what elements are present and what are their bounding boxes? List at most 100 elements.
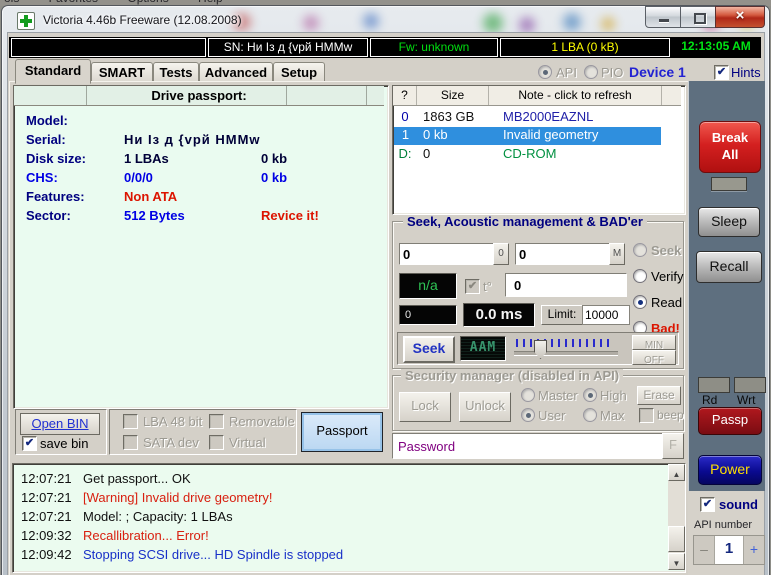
aam-min-button[interactable]: MIN [632,335,676,351]
log-scrollbar[interactable]: ▲ ▼ [668,464,685,570]
log-message: Model: ; Capacity: 1 LBAs [83,509,233,524]
passport-button[interactable]: Passport [301,412,383,452]
tab-advanced[interactable]: Advanced [199,62,273,83]
log-row[interactable]: 12:09:42 Stopping SCSI drive... HD Spind… [21,547,661,566]
tab-standard[interactable]: Standard [15,59,91,84]
col-header-id[interactable]: ? [393,86,417,105]
end-lba-input[interactable] [515,243,610,265]
aam-slider-thumb[interactable] [534,340,547,359]
log-row[interactable]: 12:09:32 Recallibration... Error! [21,528,661,547]
bin-strip: Open BIN ✔ save bin LBA 48 bit Removable… [13,407,387,457]
mode-verify-label: Verify [651,269,684,284]
table-header: ? Size Note - click to refresh [393,86,681,106]
mode-verify-radio[interactable] [633,269,647,283]
high-label: High [600,388,627,403]
seek-button-label: Seek [412,340,446,356]
api-radio[interactable] [538,65,552,79]
mode-read-radio[interactable] [633,295,647,309]
log-row[interactable]: 12:07:21 Model: ; Capacity: 1 LBAs [21,509,661,528]
scroll-down-icon: ▼ [672,559,681,568]
seek-group-title: Seek, Acoustic management & BAD'er [403,215,647,228]
user-radio[interactable] [521,408,535,422]
passp-label: Passp [711,412,749,427]
api-number-spinner: – 1 + [693,535,765,565]
minimize-button[interactable] [645,6,683,28]
log-message: Get passport... OK [83,471,191,486]
password-f-button[interactable]: F [662,433,684,459]
aero-blob [483,13,503,33]
master-radio[interactable] [521,388,535,402]
block-input[interactable] [505,273,627,297]
maximize-button[interactable] [680,6,718,28]
maximize-icon [694,13,706,24]
col-header-note[interactable]: Note - click to refresh [489,86,662,105]
power-button[interactable]: Power [698,455,762,485]
scroll-down-button[interactable]: ▼ [668,553,685,570]
limit-label: Limit: [547,307,577,321]
save-bin-checkbox[interactable]: ✔ [22,436,37,451]
passport-header: Drive passport: [14,86,384,106]
passport-extra: 0 kb [261,151,288,166]
recall-button[interactable]: Recall [696,251,762,283]
temp-checkbox[interactable]: ✔ [465,279,480,294]
start-lba-input[interactable] [399,243,494,265]
seek-button[interactable]: Seek [403,336,455,363]
max-label: Max [600,408,625,423]
virtual-checkbox[interactable] [209,435,224,450]
sata-checkbox[interactable] [123,435,138,450]
beep-label: beep [657,408,684,422]
na-led: n/a [399,273,457,299]
open-bin-button[interactable]: Open BIN [20,413,100,435]
spinner-minus-button[interactable]: – [694,536,715,564]
virtual-label: Virtual [229,435,266,450]
mode-seek-radio[interactable] [633,243,647,257]
removable-checkbox[interactable] [209,414,224,429]
passport-value: 1 LBAs [124,151,169,166]
start-lba-stepper[interactable]: 0 [493,243,509,265]
hints-checkbox[interactable]: ✔ [714,65,729,80]
aam-slider-track[interactable] [514,351,618,356]
tab-setup[interactable]: Setup [273,62,325,83]
high-radio[interactable] [583,388,597,402]
erase-button[interactable]: Erase [637,386,681,405]
aero-blob [563,13,581,31]
row-size: 0 [423,146,431,161]
row-note: Invalid geometry [503,127,599,142]
lba48-checkbox[interactable] [123,414,138,429]
tab-tests[interactable]: Tests [153,62,199,83]
max-radio[interactable] [583,408,597,422]
window-controls: × [645,6,765,28]
unlock-button[interactable]: Unlock [459,392,511,422]
passp-button[interactable]: Passp [698,407,762,435]
passport-panel: Drive passport: Model: Serial: Ни Iз д {… [13,85,389,409]
scroll-up-button[interactable]: ▲ [668,464,685,481]
scroll-thumb[interactable] [668,526,685,552]
log-row[interactable]: 12:07:21 Get passport... OK [21,471,661,490]
passport-button-label: Passport [316,423,368,438]
max-lba-button[interactable]: M [609,243,625,265]
pio-radio[interactable] [584,65,598,79]
table-row[interactable]: 0 1863 GB MB2000EAZNL [393,109,661,127]
lock-button[interactable]: Lock [399,392,451,422]
aam-off-button[interactable]: OFF [632,350,676,366]
check-icon: ✔ [702,498,713,510]
removable-label: Removable [229,414,295,429]
spinner-plus-button[interactable]: + [743,536,764,564]
break-all-button[interactable]: Break All [699,121,761,173]
table-row[interactable]: D: 0 CD-ROM [393,146,661,164]
master-label: Master [538,388,578,403]
mode-read-label: Read [651,295,683,310]
tab-smart[interactable]: SMART [91,62,153,83]
wrt-label: Wrt [737,393,756,407]
close-button[interactable]: × [715,6,765,28]
tab-label: Tests [159,65,193,80]
log-message: Stopping SCSI drive... HD Spindle is sto… [83,547,344,562]
table-row-selected[interactable]: 1 0 kb Invalid geometry [394,127,661,145]
password-input[interactable] [392,433,665,459]
log-row[interactable]: 12:07:21 [Warning] Invalid drive geometr… [21,490,661,509]
col-header-size[interactable]: Size [417,86,489,105]
sleep-button[interactable]: Sleep [698,207,760,237]
limit-input[interactable] [582,305,630,325]
beep-checkbox[interactable] [639,408,654,423]
sound-checkbox[interactable]: ✔ [700,497,715,512]
